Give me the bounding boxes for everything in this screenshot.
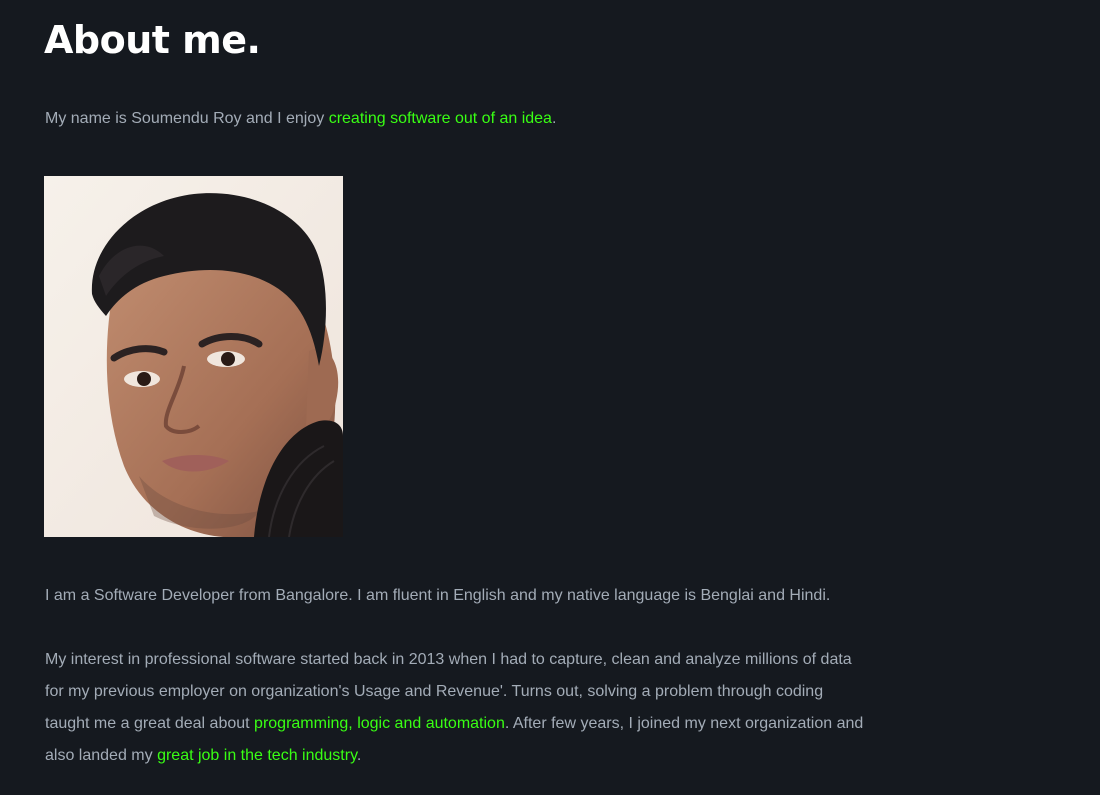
interest-highlight-1: programming, logic and automation [254, 715, 505, 732]
interest-paragraph: My interest in professional software sta… [45, 644, 865, 772]
intro-highlight: creating software out of an idea [328, 110, 552, 127]
about-page: About me. My name is Soumendu Roy and I … [0, 0, 1100, 795]
interest-highlight-2: great job in the tech industry [157, 747, 357, 764]
page-title: About me. [44, 18, 261, 62]
interest-text-3: . [356, 747, 362, 764]
bio-paragraph: I am a Software Developer from Bangalore… [45, 587, 831, 604]
intro-paragraph: My name is Soumendu Roy and I enjoy crea… [45, 108, 556, 130]
intro-suffix: . [551, 110, 557, 127]
profile-photo-illustration [44, 176, 343, 537]
intro-text: My name is Soumendu Roy and I enjoy [45, 110, 329, 127]
profile-photo [44, 176, 343, 537]
